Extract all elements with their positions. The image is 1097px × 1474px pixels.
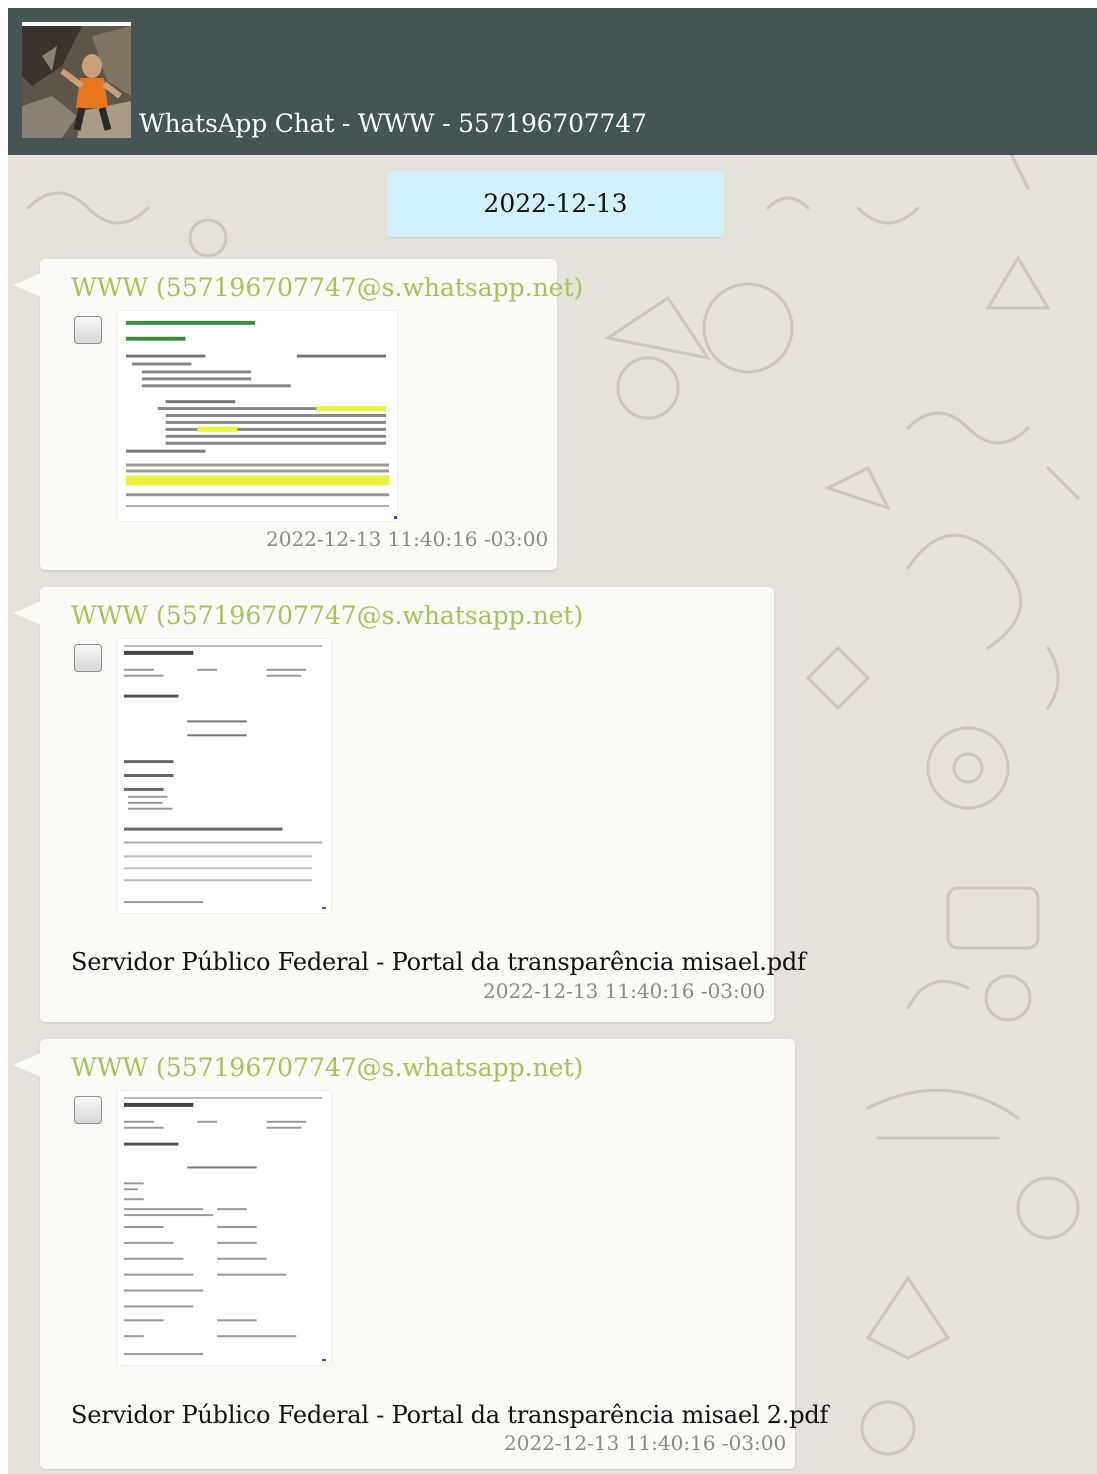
- select-checkbox[interactable]: [74, 1096, 102, 1124]
- document-image-icon: [118, 311, 397, 521]
- profile-photo-icon: [22, 26, 131, 138]
- message-bubble: WWW (557196707747@s.whatsapp.net): [13, 259, 583, 570]
- image-thumbnail[interactable]: [117, 310, 398, 522]
- pdf-page-icon: [118, 639, 331, 913]
- message-bubble: WWW (557196707747@s.whatsapp.net) Servid…: [13, 1039, 828, 1469]
- chat-header: WhatsApp Chat - WWW - 557196707747: [8, 8, 1097, 155]
- bubble-tail: [13, 1053, 41, 1077]
- sender-name: WWW (557196707747@s.whatsapp.net): [71, 601, 584, 630]
- avatar[interactable]: [22, 22, 131, 138]
- pdf-page-icon: [118, 1091, 331, 1365]
- attachment-filename[interactable]: Servidor Público Federal - Portal da tra…: [71, 1401, 828, 1429]
- bubble-tail: [13, 601, 41, 625]
- message-timestamp: 2022-12-13 11:40:16 -03:00: [266, 527, 549, 551]
- sender-name: WWW (557196707747@s.whatsapp.net): [71, 273, 584, 302]
- message-bubble: WWW (557196707747@s.whatsapp.net): [13, 587, 806, 1022]
- sender-name: WWW (557196707747@s.whatsapp.net): [71, 1053, 584, 1082]
- pdf-thumbnail[interactable]: [117, 1090, 332, 1366]
- message-timestamp: 2022-12-13 11:40:16 -03:00: [483, 979, 766, 1003]
- attachment-filename[interactable]: Servidor Público Federal - Portal da tra…: [71, 948, 806, 976]
- select-checkbox[interactable]: [74, 316, 102, 344]
- chat-title: WhatsApp Chat - WWW - 557196707747: [139, 109, 647, 138]
- message-timestamp: 2022-12-13 11:40:16 -03:00: [504, 1431, 787, 1455]
- date-divider: 2022-12-13: [387, 171, 724, 237]
- pdf-thumbnail[interactable]: [117, 638, 332, 914]
- bubble-tail: [13, 273, 41, 297]
- select-checkbox[interactable]: [74, 644, 102, 672]
